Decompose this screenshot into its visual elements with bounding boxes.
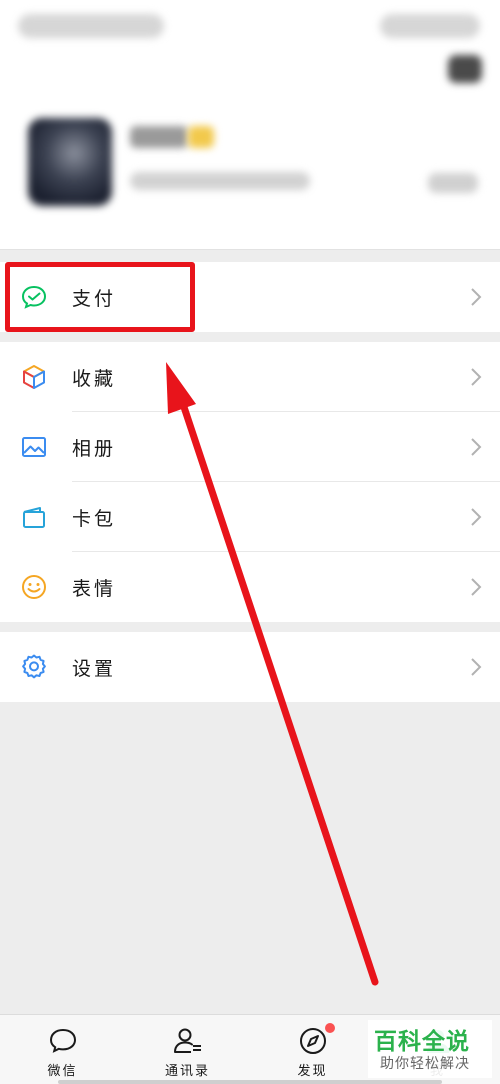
menu-item-stickers-label: 表情	[72, 578, 117, 600]
menu-item-stickers[interactable]: 表情	[0, 552, 500, 622]
menu-item-album-label: 相册	[72, 438, 117, 460]
watermark-subtitle: 助你轻松解决	[380, 1056, 470, 1072]
qr-code-icon[interactable]	[428, 173, 478, 193]
cube-icon	[23, 365, 45, 389]
tab-contacts-label: 通讯录	[164, 1064, 210, 1079]
chevron-right-icon	[471, 508, 482, 526]
menu-item-collections[interactable]: 收藏	[0, 342, 500, 412]
nickname-emoji-blurred	[188, 126, 214, 148]
watermark: 百科全说 助你轻松解决	[368, 1020, 492, 1078]
menu-group-main: 收藏 相册 卡包 表情	[0, 342, 500, 622]
menu-item-cards[interactable]: 卡包	[0, 482, 500, 552]
tab-chats-label: 微信	[47, 1064, 78, 1079]
tab-discover[interactable]: 发现	[250, 1015, 375, 1084]
tab-contacts[interactable]: 通讯录	[125, 1015, 250, 1084]
chat-bubble-icon	[49, 1028, 77, 1053]
home-indicator[interactable]	[58, 1080, 442, 1084]
menu-group-settings: 设置	[0, 632, 500, 702]
menu-item-collections-label: 收藏	[72, 368, 117, 390]
smiley-icon	[22, 575, 46, 599]
watermark-title: 百科全说	[374, 1029, 470, 1055]
camera-icon[interactable]	[448, 55, 482, 83]
menu-item-settings[interactable]: 设置	[0, 632, 500, 702]
tab-chats[interactable]: 微信	[0, 1015, 125, 1084]
status-bar-left-blurred	[18, 14, 164, 38]
annotation-highlight-box	[5, 262, 195, 332]
profile-header[interactable]	[0, 0, 500, 250]
gear-icon	[22, 654, 46, 679]
chevron-right-icon	[471, 288, 482, 306]
nickname-blurred	[130, 126, 188, 148]
chevron-right-icon	[471, 578, 482, 596]
wallet-icon	[23, 507, 45, 528]
menu-item-settings-label: 设置	[72, 658, 117, 680]
menu-item-cards-label: 卡包	[72, 508, 117, 530]
tab-discover-label: 发现	[297, 1064, 328, 1079]
status-bar-right-blurred	[380, 14, 480, 38]
avatar[interactable]	[28, 118, 112, 206]
chevron-right-icon	[471, 438, 482, 456]
menu-item-album[interactable]: 相册	[0, 412, 500, 482]
wechat-id-blurred	[130, 172, 310, 190]
notification-dot	[325, 1023, 335, 1033]
image-icon	[22, 437, 46, 457]
contacts-icon	[174, 1028, 201, 1053]
chevron-right-icon	[471, 368, 482, 386]
compass-icon	[300, 1028, 326, 1054]
chevron-right-icon	[471, 658, 482, 676]
